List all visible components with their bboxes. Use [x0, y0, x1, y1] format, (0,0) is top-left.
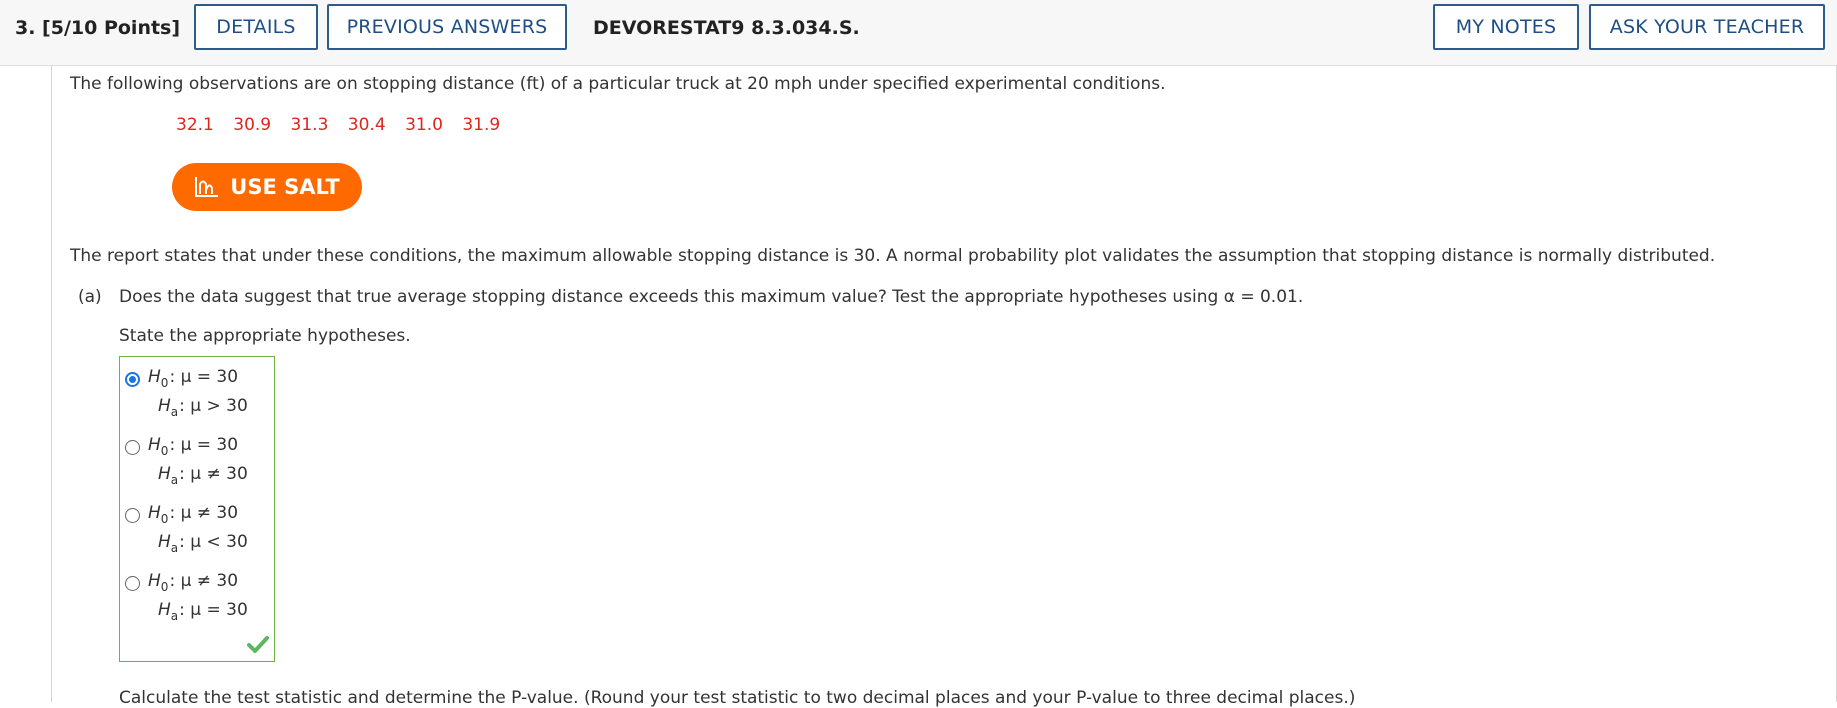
hypothesis-option-1[interactable]: H0: μ = 30 Ha: μ > 30: [125, 367, 275, 425]
null-hypothesis: H0: μ ≠ 30: [148, 503, 239, 526]
observation-value: 31.0: [405, 115, 443, 135]
null-hypothesis: H0: μ ≠ 30: [148, 571, 239, 594]
radio-button[interactable]: [125, 576, 140, 591]
part-a-label: (a): [78, 287, 102, 307]
alternative-hypothesis: Ha: μ = 30: [158, 600, 248, 623]
previous-answers-button[interactable]: PREVIOUS ANSWERS: [327, 4, 567, 50]
problem-code: DEVORESTAT9 8.3.034.S.: [593, 17, 860, 39]
observation-value: 30.9: [233, 115, 272, 135]
observation-value: 31.3: [290, 115, 329, 135]
observation-values: 32.1 30.9 31.3 30.4 31.0 31.9: [176, 115, 514, 135]
ask-your-teacher-button[interactable]: ASK YOUR TEACHER: [1589, 4, 1825, 50]
part-a-question: Does the data suggest that true average …: [119, 287, 1304, 307]
radio-button[interactable]: [125, 440, 140, 455]
salt-chart-icon: [195, 177, 219, 197]
use-salt-button[interactable]: USE SALT: [172, 163, 362, 211]
hypothesis-option-3[interactable]: H0: μ ≠ 30 Ha: μ < 30: [125, 503, 275, 561]
details-button[interactable]: DETAILS: [194, 4, 318, 50]
use-salt-label: USE SALT: [230, 175, 340, 199]
calculate-instructions: Calculate the test statistic and determi…: [119, 688, 1356, 708]
problem-intro: The following observations are on stoppi…: [70, 74, 1166, 94]
checkmark-icon: [247, 636, 269, 653]
my-notes-button[interactable]: MY NOTES: [1433, 4, 1579, 50]
null-hypothesis: H0: μ = 30: [148, 367, 239, 390]
problem-report: The report states that under these condi…: [70, 246, 1716, 266]
hypothesis-option-2[interactable]: H0: μ = 30 Ha: μ ≠ 30: [125, 435, 275, 493]
null-hypothesis: H0: μ = 30: [148, 435, 239, 458]
observation-value: 31.9: [462, 115, 501, 135]
radio-button[interactable]: [125, 508, 140, 523]
state-hypotheses-prompt: State the appropriate hypotheses.: [119, 326, 411, 346]
question-body: [51, 65, 1837, 702]
alternative-hypothesis: Ha: μ ≠ 30: [158, 464, 248, 487]
hypotheses-options: H0: μ = 30 Ha: μ > 30 H0: μ = 30 Ha: μ ≠…: [119, 356, 275, 662]
hypothesis-option-4[interactable]: H0: μ ≠ 30 Ha: μ = 30: [125, 571, 275, 629]
radio-button-selected[interactable]: [125, 372, 140, 387]
observation-value: 32.1: [176, 115, 214, 135]
observation-value: 30.4: [347, 115, 386, 135]
question-number: 3. [5/10 Points]: [15, 17, 181, 39]
alternative-hypothesis: Ha: μ < 30: [158, 532, 248, 555]
alternative-hypothesis: Ha: μ > 30: [158, 396, 248, 419]
question-header: 3. [5/10 Points] DETAILS PREVIOUS ANSWER…: [0, 0, 1837, 66]
